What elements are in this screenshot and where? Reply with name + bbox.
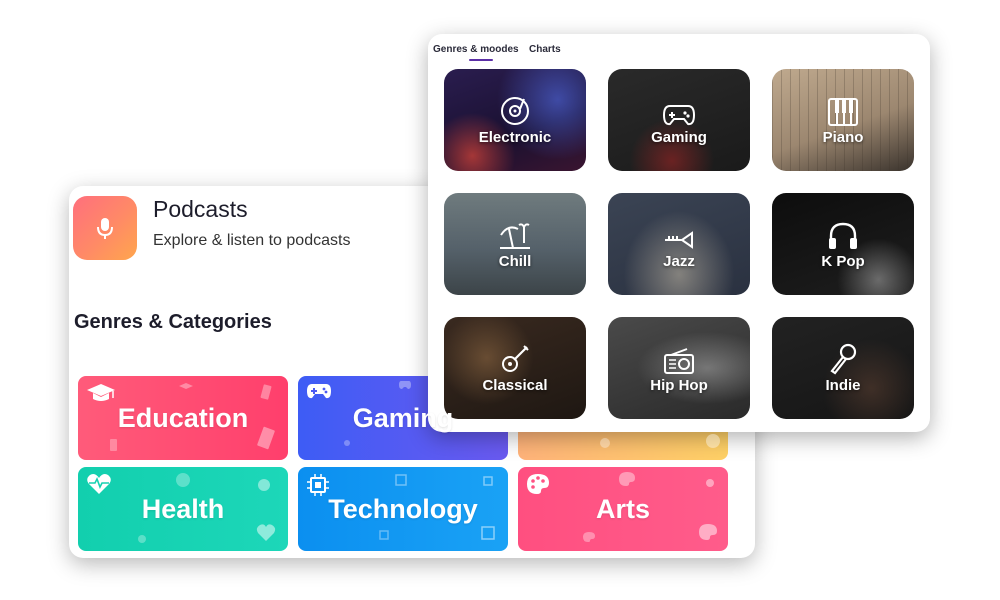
gamepad-icon [307, 384, 331, 399]
turntable-icon [501, 96, 529, 125]
genre-tile-electronic[interactable]: Electronic [444, 69, 586, 171]
genre-label: K Pop [821, 252, 865, 270]
genre-tile-gaming[interactable]: Gaming [608, 69, 750, 171]
beach-umbrella-icon [500, 222, 530, 249]
genre-label: Hip Hop [650, 376, 708, 394]
category-health[interactable]: Health [78, 467, 288, 551]
graduation-cap-icon [87, 384, 115, 401]
genre-tile-chill[interactable]: Chill [444, 193, 586, 295]
genres-panel: Genres & moodes Charts Electronic Gaming [428, 34, 930, 432]
headphones-icon [829, 222, 857, 249]
category-label: Health [141, 493, 225, 524]
microphone-icon [830, 343, 857, 374]
palette-icon [527, 474, 549, 494]
podcasts-app-icon[interactable] [73, 196, 137, 260]
heartbeat-icon [87, 474, 111, 494]
chip-icon [307, 474, 329, 496]
genre-tile-indie[interactable]: Indie [772, 317, 914, 419]
category-education[interactable]: Education [78, 376, 288, 460]
page-title: Podcasts [153, 196, 248, 222]
category-arts[interactable]: Arts [518, 467, 728, 551]
tab-genres-moods[interactable]: Genres & moodes [433, 44, 519, 61]
genre-tile-kpop[interactable]: K Pop [772, 193, 914, 295]
category-label: Arts [595, 493, 650, 524]
genre-label: Piano [822, 128, 864, 146]
category-technology[interactable]: Technology [298, 467, 508, 551]
microphone-icon [97, 218, 113, 239]
genre-label: Electronic [478, 128, 552, 146]
genre-label: Indie [825, 376, 861, 394]
page-subtitle: Explore & listen to podcasts [153, 232, 351, 249]
genre-tile-classical[interactable]: Classical [444, 317, 586, 419]
genre-label: Gaming [651, 128, 707, 146]
trumpet-icon [665, 230, 693, 249]
genre-label: Jazz [663, 252, 695, 270]
category-label: Education [117, 402, 249, 433]
genre-tile-piano[interactable]: Piano [772, 69, 914, 171]
category-label: Technology [328, 493, 478, 524]
piano-keys-icon [828, 97, 858, 126]
genre-label: Classical [482, 376, 548, 394]
radio-icon [664, 347, 694, 374]
tab-charts[interactable]: Charts [529, 44, 561, 55]
section-title: Genres & Categories [74, 311, 272, 333]
category-label: Gaming [352, 402, 454, 433]
genre-tile-jazz[interactable]: Jazz [608, 193, 750, 295]
gamepad-icon [662, 104, 696, 125]
genre-tile-hip-hop[interactable]: Hip Hop [608, 317, 750, 419]
guitar-icon [502, 344, 529, 372]
genre-label: Chill [498, 252, 532, 270]
